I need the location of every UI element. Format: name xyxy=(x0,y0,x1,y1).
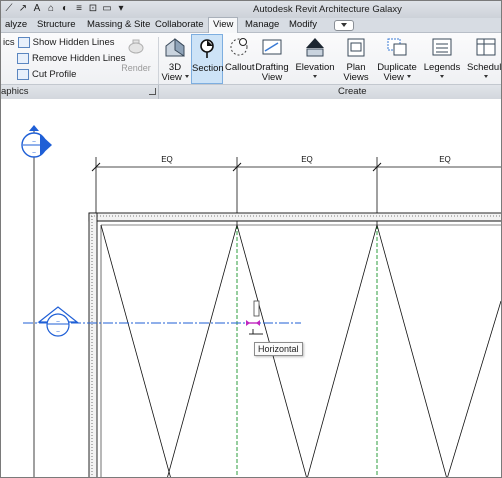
teapot-icon xyxy=(128,39,144,54)
section-label: Section xyxy=(192,63,224,74)
elevation-line-2 xyxy=(293,73,337,83)
elevation-label: Elevation xyxy=(295,62,335,73)
house-3d-icon xyxy=(165,37,185,57)
panel-toggle-dropdown[interactable] xyxy=(334,20,354,31)
cut-profile-button[interactable]: Cut Profile xyxy=(17,69,76,80)
drafting-view-button[interactable]: Drafting View xyxy=(255,36,289,83)
dialog-launcher-icon[interactable] xyxy=(149,88,156,95)
3d-view-button[interactable]: 3D View xyxy=(161,36,189,83)
snap-tooltip: Horizontal xyxy=(254,342,303,356)
schedules-line-1: Schedule xyxy=(467,62,502,83)
section-button[interactable]: Section xyxy=(191,34,224,84)
elevation-button[interactable]: Elevation xyxy=(293,36,337,83)
duplicate-view-icon xyxy=(387,38,407,56)
section-qat-icon[interactable]: ◐ xyxy=(59,3,71,15)
tab-modify[interactable]: Modify xyxy=(285,18,321,32)
revit-window: ⟋ ↗ A ⌂ ◐ ≡ ⊡ ▭ ▾ Autodesk Revit Archite… xyxy=(0,0,502,478)
remove-hidden-lines-button[interactable]: Remove Hidden Lines xyxy=(17,53,125,64)
3d-view-label-2: View xyxy=(161,72,182,83)
legends-label: Legends xyxy=(423,62,461,73)
legends-button[interactable]: Legends xyxy=(423,36,461,83)
panel-separator xyxy=(158,37,159,87)
section-icon xyxy=(200,39,214,58)
chevron-down-icon xyxy=(184,74,189,80)
schedules-button[interactable]: Schedule xyxy=(467,36,502,83)
show-hidden-lines-label: Show Hidden Lines xyxy=(32,37,115,48)
tag-icon[interactable]: A xyxy=(31,3,43,15)
legends-icon xyxy=(432,38,452,56)
ribbon: ics Show Hidden Lines Remove Hidden Line… xyxy=(1,33,501,99)
create-panel-label: Create xyxy=(338,86,367,97)
3d-view-line-2: View xyxy=(161,73,189,83)
elevation-line-1: Elevation xyxy=(293,63,337,73)
plan-views-label-2: Views xyxy=(343,72,369,83)
quick-access-toolbar: ⟋ ↗ A ⌂ ◐ ≡ ⊡ ▭ ▾ xyxy=(3,3,127,15)
switch-windows-icon[interactable]: ▭ xyxy=(101,3,113,15)
show-hidden-lines-icon xyxy=(17,37,30,48)
section-head-marker[interactable]: – – xyxy=(37,306,79,337)
title-bar: ⟋ ↗ A ⌂ ◐ ≡ ⊡ ▭ ▾ Autodesk Revit Archite… xyxy=(1,1,501,18)
drawing-canvas[interactable]: EQ EQ EQ – – – – xyxy=(1,72,501,477)
callout-button[interactable]: Callout xyxy=(225,36,255,73)
tab-view[interactable]: View xyxy=(208,17,239,33)
duplicate-view-button[interactable]: Duplicate View xyxy=(377,36,417,83)
ribbon-tabs: alyze Structure Massing & Site Collabora… xyxy=(1,17,501,33)
duplicate-view-line-2: View xyxy=(377,73,417,83)
callout-label: Callout xyxy=(225,62,255,73)
dimension-label-eq[interactable]: EQ xyxy=(161,155,173,164)
render-button[interactable]: Render xyxy=(119,37,153,73)
drafting-view-icon xyxy=(262,39,282,55)
3d-view-icon[interactable]: ⌂ xyxy=(45,3,57,15)
schedule-icon xyxy=(476,38,496,56)
cut-profile-label: Cut Profile xyxy=(32,69,77,80)
measure-icon[interactable]: ⟋ xyxy=(3,3,15,15)
graphics-item-prefix: ics xyxy=(3,37,15,48)
cursor-snap-icon xyxy=(246,300,263,335)
graphics-panel-label: aphics xyxy=(1,86,29,97)
window-title: Autodesk Revit Architecture Galaxy xyxy=(253,4,402,15)
tab-manage[interactable]: Manage xyxy=(241,18,283,32)
chevron-down-icon xyxy=(406,74,411,80)
callout-icon xyxy=(230,38,248,56)
dimension-label-eq[interactable]: EQ xyxy=(301,155,313,164)
tab-analyze[interactable]: alyze xyxy=(1,18,31,32)
dimension-label-eq[interactable]: EQ xyxy=(439,155,451,164)
close-hidden-icon[interactable]: ⊡ xyxy=(87,3,99,15)
dimension-icon[interactable]: ↗ xyxy=(17,3,29,15)
drafting-view-label-2: View xyxy=(261,72,283,83)
thin-lines-icon[interactable]: ≡ xyxy=(73,3,85,15)
tab-structure[interactable]: Structure xyxy=(33,18,80,32)
plan-views-icon xyxy=(347,38,365,57)
ribbon-panel-bar: aphics Create xyxy=(1,84,501,99)
remove-hidden-lines-label: Remove Hidden Lines xyxy=(32,53,126,64)
chevron-down-icon xyxy=(440,74,444,80)
chevron-down-icon xyxy=(313,74,317,80)
legends-line-1: Legends xyxy=(423,63,461,83)
panel-divider xyxy=(158,85,159,99)
floor-plan-drawing: EQ EQ EQ – – – – xyxy=(21,72,501,477)
render-label: Render xyxy=(121,63,151,73)
schedules-label: Schedule xyxy=(467,62,502,73)
elevation-marker[interactable]: – – xyxy=(21,125,52,158)
qat-dropdown-icon[interactable]: ▾ xyxy=(115,3,127,15)
duplicate-view-label-2: View xyxy=(383,72,404,83)
cut-profile-icon xyxy=(17,69,29,80)
remove-hidden-lines-icon xyxy=(17,53,29,64)
tab-massing-site[interactable]: Massing & Site xyxy=(83,18,154,32)
elevation-icon xyxy=(306,38,324,57)
show-hidden-lines-button[interactable]: ics Show Hidden Lines xyxy=(3,37,114,48)
chevron-down-icon xyxy=(484,74,488,80)
tab-collaborate[interactable]: Collaborate xyxy=(151,18,208,32)
